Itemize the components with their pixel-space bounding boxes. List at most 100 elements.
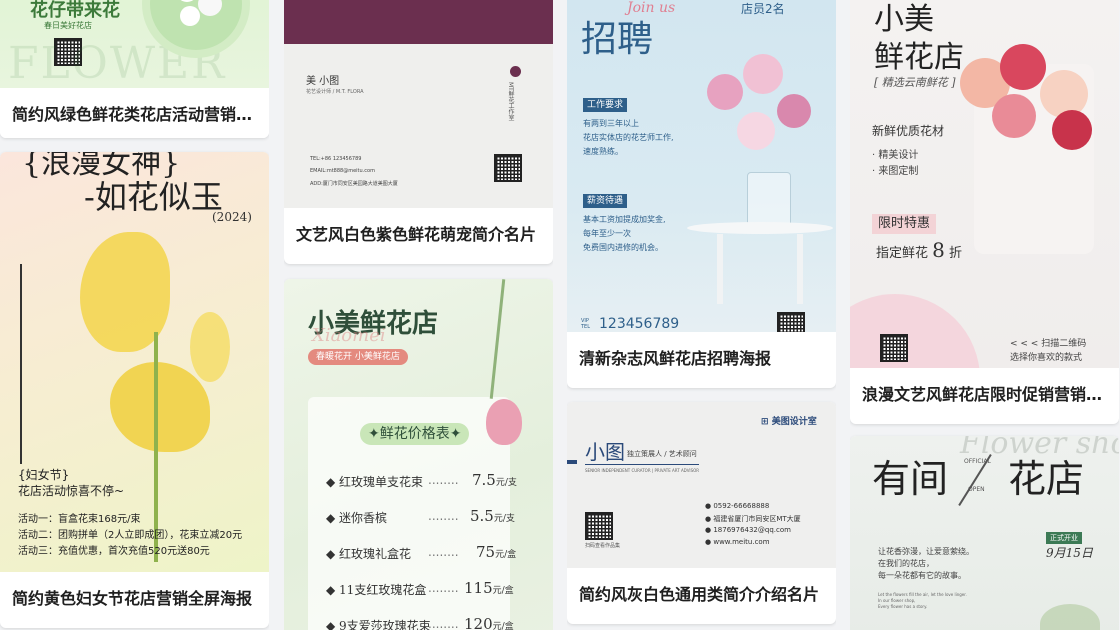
thumb-count: 店员2名 bbox=[741, 2, 785, 16]
template-caption: 文艺风白色紫色鲜花萌宠简介名片 bbox=[284, 208, 553, 258]
template-card-recruitment-poster[interactable]: Join us 招聘 店员2名 工作要求 有两到三年以上 花店实体店的花艺师工作… bbox=[567, 0, 836, 388]
thumb-activity: 活动三：充值优惠，首次充值520元送80元 bbox=[18, 546, 210, 557]
table-icon bbox=[687, 222, 833, 234]
qr-code-icon bbox=[880, 334, 908, 362]
thumb-scan-hint: < < < 扫描二维码 bbox=[1010, 339, 1087, 349]
thumb-shop-name-2: 鲜花店 bbox=[874, 40, 964, 75]
price-table-title: ✦鲜花价格表✦ bbox=[360, 423, 470, 445]
template-caption: 简约风灰白色通用类简介介绍名片 bbox=[567, 568, 836, 618]
thumb-headline-2: -如花似玉 bbox=[84, 178, 223, 216]
template-thumbnail: ⊞ 美图设计室 小图 独立策展人 / 艺术顾问 SENIOR INDEPENDE… bbox=[567, 402, 836, 568]
thumb-email: EMAIL:mt888@meitu.com bbox=[310, 168, 375, 174]
template-thumbnail: 美 小图 花艺设计师 / M.T. FLORA MT鲜花工作室 TEL:+86 … bbox=[284, 0, 553, 208]
contact-phone: ● 0592-66668888 bbox=[705, 502, 770, 510]
template-thumbnail: Join us 招聘 店员2名 工作要求 有两到三年以上 花店实体店的花艺师工作… bbox=[567, 0, 836, 332]
thumb-sale-text: 指定鲜花 8 折 bbox=[876, 238, 963, 262]
template-card-flower-price-list[interactable]: 小美鲜花店 Xiaomei 春暖花开 小美鲜花店 ✦鲜花价格表✦ ◆ 红玫瑰单支… bbox=[284, 279, 553, 630]
thumb-feature: · 来图定制 bbox=[872, 166, 919, 177]
contact-web: ● www.meitu.com bbox=[705, 538, 770, 546]
thumb-badge: 正式开业 bbox=[1046, 532, 1082, 544]
template-title: 文艺风白色紫色鲜花萌宠简介名片 bbox=[296, 225, 537, 244]
price-item-price: 7.5元/支 bbox=[472, 471, 517, 489]
thumb-feature: · 精美设计 bbox=[872, 150, 919, 161]
template-title: 简约黄色妇女节花店营销全屏海报 bbox=[12, 589, 253, 608]
template-caption: 简约黄色妇女节花店营销全屏海报 bbox=[0, 572, 269, 622]
thumb-qr-note: 扫码查看作品集 bbox=[585, 543, 621, 549]
price-item-name: ◆ 11支红玫瑰花盒 bbox=[326, 583, 427, 597]
thumb-text: 每一朵花都有它的故事。 bbox=[878, 571, 966, 580]
thumb-feature-title: 新鲜优质花材 bbox=[872, 124, 945, 138]
thumb-text-en: Let the flowers fill the air, let the lo… bbox=[878, 592, 967, 597]
thumb-address: ADD:厦门市同安区美园路大道美图大厦 bbox=[310, 181, 398, 187]
thumb-tag: {妇女节} bbox=[18, 468, 70, 482]
leaf-decor-icon bbox=[1040, 604, 1100, 630]
decor-line bbox=[20, 264, 22, 464]
thumb-text: 速度熟练。 bbox=[583, 147, 623, 156]
price-item-name: ◆ 迷你香槟 bbox=[326, 511, 388, 525]
thumb-shop-name-2: 花店 bbox=[1008, 457, 1085, 501]
template-card-flower-shop-opening[interactable]: Flower shop 有间 OFFICIAL OPEN 花店 正式开业 9月1… bbox=[850, 436, 1119, 630]
price-item-price: 75元/盒 bbox=[476, 543, 517, 561]
template-thumbnail: 小美 鲜花店 [ 精选云南鲜花 ] 新鲜优质花材 · 精美设计 · 来图定制 限… bbox=[850, 0, 1119, 368]
thumb-text: 花店实体店的花艺师工作, bbox=[583, 133, 674, 142]
thumb-tagline: 花店活动惊喜不停~ bbox=[18, 484, 125, 498]
thumb-tagline: [ 精选云南鲜花 ] bbox=[874, 76, 956, 89]
thumb-sale-label: 限时特惠 bbox=[872, 214, 937, 234]
purple-banner bbox=[284, 0, 553, 44]
column-4: 小美 鲜花店 [ 精选云南鲜花 ] 新鲜优质花材 · 精美设计 · 来图定制 限… bbox=[850, 0, 1119, 630]
column-1: 花仔带来花 春日美好花店 FLOWER 简约风绿色鲜花类花店活动营销海报 {浪漫… bbox=[0, 0, 269, 630]
thumb-subtitle: 春日美好花店 bbox=[44, 21, 92, 30]
qr-code-icon bbox=[494, 154, 522, 182]
template-card-purple-namecard[interactable]: 美 小图 花艺设计师 / M.T. FLORA MT鲜花工作室 TEL:+86 … bbox=[284, 0, 553, 264]
thumb-phone-label: VIP TEL bbox=[581, 318, 590, 330]
thumb-role-en: SENIOR INDEPENDENT CURATOR | PRIVATE ART… bbox=[585, 468, 700, 473]
thumb-vertical-text: MT鲜花工作室 bbox=[507, 82, 514, 121]
thumb-scan-hint-2: 选择你喜欢的款式 bbox=[1010, 353, 1083, 363]
thumb-activity: 活动二：团购拼单（2人立即成团），花束立减20元 bbox=[18, 530, 243, 541]
tulip-icon bbox=[486, 399, 522, 445]
template-thumbnail: 小美鲜花店 Xiaomei 春暖花开 小美鲜花店 ✦鲜花价格表✦ ◆ 红玫瑰单支… bbox=[284, 279, 553, 630]
template-card-green-flower-event[interactable]: 花仔带来花 春日美好花店 FLOWER 简约风绿色鲜花类花店活动营销海报 bbox=[0, 0, 269, 138]
template-card-romantic-flower-sale[interactable]: 小美 鲜花店 [ 精选云南鲜花 ] 新鲜优质花材 · 精美设计 · 来图定制 限… bbox=[850, 0, 1119, 424]
column-2: 美 小图 花艺设计师 / M.T. FLORA MT鲜花工作室 TEL:+86 … bbox=[284, 0, 553, 630]
thumb-activity: 活动一：盲盒花束168元/束 bbox=[18, 514, 141, 525]
thumb-role: 花艺设计师 / M.T. FLORA bbox=[306, 89, 364, 95]
thumb-text: 让花香弥漫，让爱意萦绕。 bbox=[878, 547, 974, 556]
template-caption: 简约风绿色鲜花类花店活动营销海报 bbox=[0, 88, 269, 138]
template-card-yellow-womens-day[interactable]: {浪漫女神} -如花似玉 (2024) {妇女节} 花店活动惊喜不停~ 活动一：… bbox=[0, 152, 269, 628]
thumb-name: 美 小图 bbox=[306, 76, 340, 87]
contact-address: ● 福建省厦门市同安区MT大厦 bbox=[705, 515, 801, 523]
thumb-name: 小图 bbox=[585, 440, 625, 464]
thumb-text-en: In our flower shop, bbox=[878, 598, 916, 603]
vase-icon bbox=[747, 172, 791, 228]
price-item-price: 115元/盒 bbox=[464, 579, 514, 597]
thumb-text: 免费国内进修的机会。 bbox=[583, 243, 663, 252]
thumb-section-label: 薪资待遇 bbox=[583, 194, 628, 208]
column-3: Join us 招聘 店员2名 工作要求 有两到三年以上 花店实体店的花艺师工作… bbox=[567, 0, 836, 630]
template-caption: 清新杂志风鲜花店招聘海报 bbox=[567, 332, 836, 382]
thumb-phone: 123456789 bbox=[599, 316, 680, 332]
template-title: 简约风绿色鲜花类花店活动营销海报 bbox=[12, 105, 257, 124]
brand-label: ⊞ 美图设计室 bbox=[761, 417, 817, 427]
template-title: 简约风灰白色通用类简介介绍名片 bbox=[579, 585, 820, 604]
thumb-text: 每年至少一次 bbox=[583, 229, 631, 238]
price-item-name: ◆ 红玫瑰礼盒花 bbox=[326, 547, 412, 561]
thumb-tel: TEL:+86 123456789 bbox=[310, 156, 362, 162]
template-thumbnail: 花仔带来花 春日美好花店 FLOWER bbox=[0, 0, 269, 88]
pink-circle-decor bbox=[850, 294, 980, 368]
template-thumbnail: {浪漫女神} -如花似玉 (2024) {妇女节} 花店活动惊喜不停~ 活动一：… bbox=[0, 152, 269, 572]
price-item-price: 120元/盒 bbox=[464, 615, 514, 630]
thumb-headline: 招聘 bbox=[581, 19, 654, 60]
thumb-date: 9月15日 bbox=[1046, 546, 1093, 560]
thumb-slogan: 春暖花开 小美鲜花店 bbox=[308, 349, 408, 365]
thumb-script: Xiaomei bbox=[312, 325, 386, 346]
template-thumbnail: Flower shop 有间 OFFICIAL OPEN 花店 正式开业 9月1… bbox=[850, 436, 1119, 630]
thumb-text-en: Every flower has a story. bbox=[878, 604, 928, 609]
thumb-text: 基本工资加提成加奖金, bbox=[583, 215, 666, 224]
qr-code-icon bbox=[585, 512, 613, 540]
thumb-role: 独立策展人 / 艺术顾问 bbox=[627, 450, 697, 458]
template-card-grey-namecard[interactable]: ⊞ 美图设计室 小图 独立策展人 / 艺术顾问 SENIOR INDEPENDE… bbox=[567, 402, 836, 624]
price-item-name: ◆ 9支爱莎玫瑰花束 bbox=[326, 619, 431, 630]
template-caption: 浪漫文艺风鲜花店限时促销营销海报 bbox=[850, 368, 1119, 418]
price-item-price: 5.5元/支 bbox=[470, 507, 515, 525]
